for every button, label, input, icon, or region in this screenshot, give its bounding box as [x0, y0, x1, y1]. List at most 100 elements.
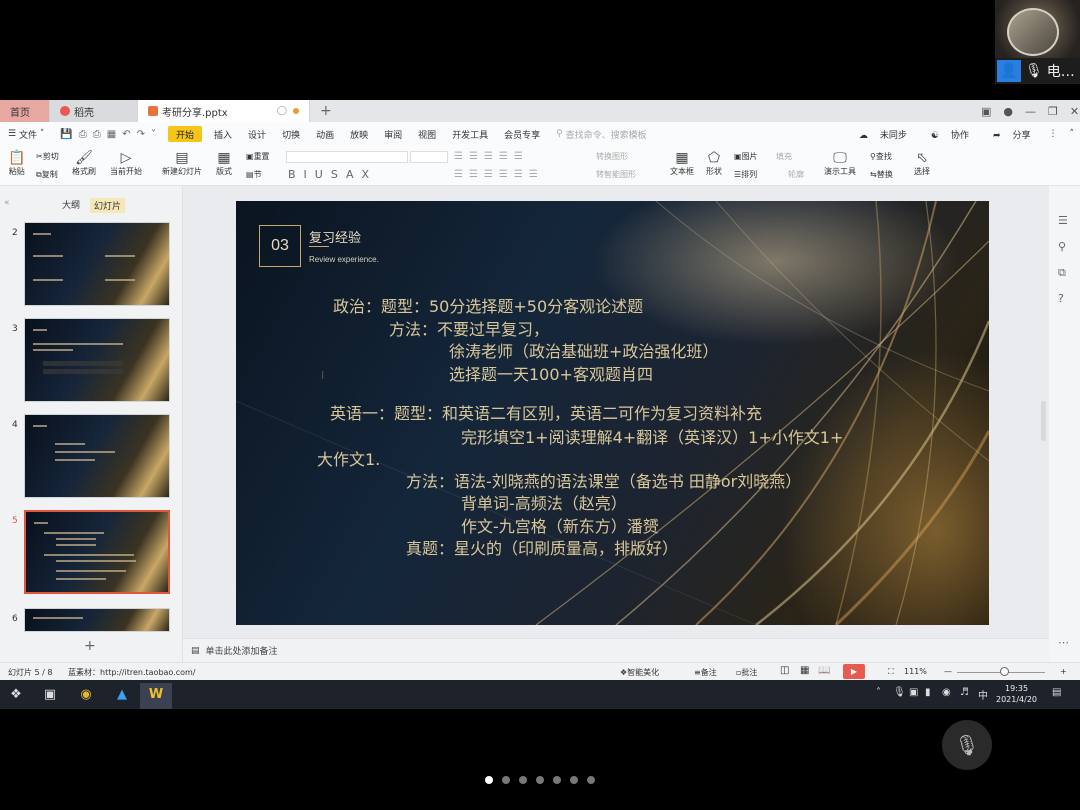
collapse-ribbon-icon[interactable]: ˄ — [1064, 129, 1080, 139]
tray-network-icon[interactable]: ◉ — [942, 687, 951, 698]
meeting-app-icon[interactable]: ▲ — [112, 685, 132, 704]
restore-icon[interactable]: ❐ — [1042, 105, 1064, 118]
slide-thumbnail[interactable] — [24, 222, 170, 306]
mute-microphone-button[interactable]: 🎙 — [942, 720, 992, 770]
convert-shape-button[interactable]: 转换图形 — [596, 151, 628, 162]
chrome-icon[interactable]: ◉ — [76, 685, 96, 704]
tab-design[interactable]: 设计 — [240, 122, 274, 146]
notes-toggle-button[interactable]: ≡备注 — [694, 667, 717, 678]
slide-thumbnail[interactable] — [24, 414, 170, 498]
participant-tile[interactable]: 👤 🎙 电… — [995, 0, 1080, 84]
tray-expand-icon[interactable]: ˄ — [876, 687, 881, 698]
fill-button[interactable]: 填充 — [776, 151, 792, 162]
zoom-level[interactable]: 111% — [904, 667, 927, 676]
tray-mic-icon[interactable]: 🎙 — [893, 687, 906, 698]
page-dot[interactable] — [502, 776, 510, 784]
play-from-current-button[interactable]: ▷ 当前开始 — [110, 150, 142, 177]
taskbar-clock[interactable]: 19:35 2021/4/20 — [996, 683, 1037, 705]
tab-transitions[interactable]: 切换 — [274, 122, 308, 146]
properties-icon[interactable]: ☰ — [1058, 214, 1068, 227]
wps-app-icon[interactable]: W — [146, 685, 166, 704]
page-dot[interactable] — [519, 776, 527, 784]
collab-button[interactable]: ☯ 协作 — [919, 128, 981, 141]
paragraph-buttons[interactable]: ☰☰☰☰☰ — [454, 151, 529, 162]
tab-home[interactable]: 首页 — [0, 100, 50, 122]
tab-list-icon[interactable]: ▣ — [975, 105, 997, 118]
smart-beautify-button[interactable]: ❖智能美化 — [620, 667, 659, 678]
reset-button[interactable]: ▣重置 — [246, 151, 270, 162]
tab-developer[interactable]: 开发工具 — [444, 122, 496, 146]
outline-button[interactable]: 轮廓 — [788, 169, 804, 180]
more-options-icon[interactable]: ⋯ — [1058, 636, 1069, 649]
print-icon[interactable]: ⎙ — [93, 129, 101, 140]
slide-thumbnail[interactable] — [24, 608, 170, 632]
pin-tool-icon[interactable]: ⚲ — [1058, 240, 1066, 253]
zoom-slider-handle[interactable] — [1000, 667, 1009, 676]
command-search[interactable]: ⚲ 查找命令、搜索模板 — [548, 122, 654, 146]
slide-library-icon[interactable]: ⧉ — [1058, 266, 1066, 280]
undo-icon[interactable]: ↶ — [122, 129, 130, 140]
collapse-panel-icon[interactable]: « — [4, 198, 10, 208]
presenter-tools-button[interactable]: 🖵 演示工具 — [824, 150, 856, 177]
tab-review[interactable]: 审阅 — [376, 122, 410, 146]
notes-pane[interactable]: ▤ 单击此处添加备注 — [183, 638, 1049, 662]
select-button[interactable]: ⬁ 选择 — [914, 150, 930, 177]
copy-button[interactable]: ⧉复制 — [36, 169, 58, 180]
replace-button[interactable]: ⇆替换 — [870, 169, 893, 180]
page-dot[interactable] — [485, 776, 493, 784]
textbox-button[interactable]: ▦ 文本框 — [670, 150, 694, 177]
slide[interactable]: 03 复习经验 Review experience. 政治：题型：50分选择题+… — [236, 201, 989, 625]
redo-icon[interactable]: ↷ — [137, 129, 145, 140]
align-buttons[interactable]: ☰☰☰☰☰☰ — [454, 169, 544, 180]
font-style-buttons[interactable]: BIUSAX — [288, 168, 377, 181]
help-icon[interactable]: ? — [1058, 292, 1064, 305]
save-icon[interactable]: 💾 — [60, 129, 72, 140]
ime-indicator[interactable]: 中 — [978, 687, 988, 702]
slide-thumbnail[interactable] — [24, 318, 170, 402]
layout-button[interactable]: ▦ 版式 — [216, 150, 232, 177]
canvas-scrollbar[interactable] — [1041, 401, 1046, 441]
file-menu[interactable]: ☰ 文件 ˅ — [0, 122, 52, 146]
tab-start[interactable]: 开始 — [168, 126, 203, 142]
tab-document[interactable]: 考研分享.pptx ◯ — [138, 100, 310, 122]
tab-slides[interactable]: 幻灯片 — [90, 198, 126, 213]
share-button[interactable]: ➦ 分享 — [981, 128, 1043, 141]
tab-member[interactable]: 会员专享 — [496, 122, 548, 146]
tray-volume-icon[interactable]: ♬ — [960, 687, 969, 698]
account-avatar-icon[interactable]: ● — [997, 105, 1019, 118]
tab-insert[interactable]: 插入 — [206, 122, 240, 146]
font-family-select[interactable] — [286, 151, 408, 163]
paste-button[interactable]: 📋 粘贴 — [8, 150, 25, 177]
section-button[interactable]: ▤节 — [246, 169, 262, 180]
sorter-view-icon[interactable]: ▦ — [800, 665, 809, 676]
add-slide-icon[interactable]: + — [84, 638, 96, 654]
new-slide-button[interactable]: ▤ 新建幻灯片 — [162, 150, 202, 177]
tab-slideshow[interactable]: 放映 — [342, 122, 376, 146]
customize-chevron-icon[interactable]: ˅ — [151, 129, 156, 140]
cut-button[interactable]: ✂剪切 — [36, 151, 59, 162]
windows-start-icon[interactable]: ❖ — [6, 685, 26, 704]
page-dot[interactable] — [553, 776, 561, 784]
more-icon[interactable]: ⋮ — [1043, 129, 1064, 139]
reading-view-icon[interactable]: 📖 — [818, 665, 830, 676]
tray-app-icon[interactable]: ▣ — [909, 687, 918, 698]
task-view-icon[interactable]: ▣ — [40, 685, 60, 704]
tab-outline[interactable]: 大纲 — [62, 198, 80, 211]
sync-button[interactable]: ☁ 未同步 — [847, 128, 919, 141]
page-dot[interactable] — [570, 776, 578, 784]
tab-docer[interactable]: 稻壳 — [50, 100, 138, 122]
notification-center-icon[interactable]: ▤ — [1052, 687, 1061, 698]
zoom-out-icon[interactable]: — — [944, 667, 952, 676]
comments-toggle-button[interactable]: ▫批注 — [736, 667, 757, 678]
shape-button[interactable]: ⬠ 形状 — [706, 150, 722, 177]
export-pdf-icon[interactable]: ⎙ — [79, 129, 87, 140]
play-slideshow-button[interactable]: ▶ — [843, 664, 865, 679]
page-dot[interactable] — [536, 776, 544, 784]
page-dot[interactable] — [587, 776, 595, 784]
minimize-icon[interactable]: — — [1019, 105, 1042, 118]
new-tab-button[interactable]: + — [310, 100, 342, 122]
tab-animations[interactable]: 动画 — [308, 122, 342, 146]
close-icon[interactable]: ✕ — [1064, 105, 1080, 118]
smart-graphic-button[interactable]: 转智能图形 — [596, 169, 636, 180]
normal-view-icon[interactable]: ◫ — [780, 665, 789, 676]
